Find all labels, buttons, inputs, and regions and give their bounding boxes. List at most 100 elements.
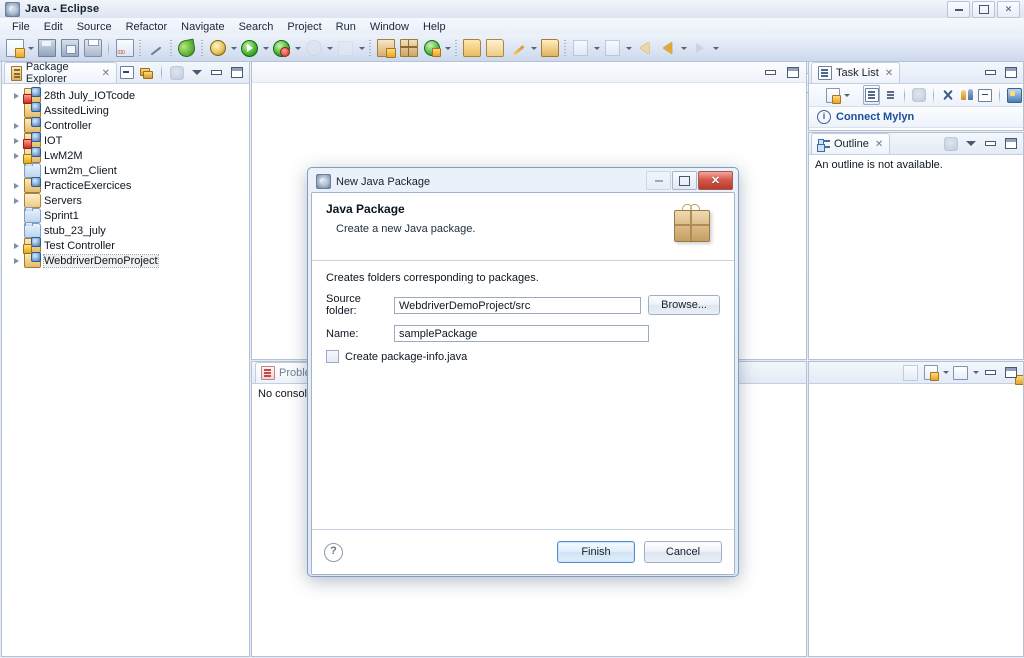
expand-arrow-icon[interactable]: [12, 136, 21, 145]
scheduled-presentation-button[interactable]: [882, 85, 898, 105]
forward-button[interactable]: [656, 37, 679, 60]
menu-navigate[interactable]: Navigate: [174, 20, 231, 34]
next-annotation-caret[interactable]: [592, 38, 601, 59]
menu-help[interactable]: Help: [416, 20, 453, 34]
open-console-button[interactable]: [901, 363, 920, 382]
tree-item[interactable]: LwM2M: [2, 148, 249, 163]
link-with-editor-button[interactable]: [137, 63, 156, 82]
connect-mylyn-row[interactable]: i Connect Mylyn: [809, 107, 1023, 128]
external-tools-caret[interactable]: [325, 38, 334, 59]
expand-arrow-icon[interactable]: [12, 151, 21, 160]
toggle-mark-occurrences-button[interactable]: [113, 37, 136, 60]
create-package-info-checkbox[interactable]: [326, 350, 339, 363]
tree-item[interactable]: 28th July_IOTcode: [2, 88, 249, 103]
view-maximize-button[interactable]: [227, 63, 246, 82]
show-ui-legend-button[interactable]: [958, 85, 974, 105]
toolbar-handle[interactable]: [369, 40, 371, 57]
focus-on-active-task-button[interactable]: [167, 63, 186, 82]
expand-arrow-icon[interactable]: [12, 91, 21, 100]
debug-button[interactable]: [206, 37, 229, 60]
toolbar-handle[interactable]: [139, 40, 141, 57]
save-button[interactable]: [35, 37, 58, 60]
outline-focus-button[interactable]: [941, 134, 960, 153]
new-class-caret[interactable]: [443, 38, 452, 59]
task-list-maximize-button[interactable]: [1001, 63, 1020, 82]
tree-item[interactable]: Test Controller: [2, 238, 249, 253]
print-button[interactable]: [81, 37, 104, 60]
expand-arrow-icon[interactable]: [12, 181, 21, 190]
close-icon[interactable]: ✕: [102, 68, 110, 79]
delete-task-button[interactable]: [940, 85, 956, 105]
tab-outline[interactable]: Outline ✕: [811, 133, 890, 154]
menu-source[interactable]: Source: [70, 20, 119, 34]
save-all-button[interactable]: [58, 37, 81, 60]
window-maximize-button[interactable]: [972, 1, 995, 18]
source-folder-input[interactable]: WebdriverDemoProject/src: [394, 297, 641, 314]
close-icon[interactable]: ✕: [885, 68, 893, 79]
skip-breakpoints-button[interactable]: [144, 37, 167, 60]
annotation-caret[interactable]: [529, 38, 538, 59]
run-button[interactable]: [238, 37, 261, 60]
tree-item[interactable]: Sprint1: [2, 208, 249, 223]
close-icon[interactable]: ✕: [875, 139, 883, 150]
new-task-caret[interactable]: [843, 85, 850, 106]
new-java-project-button[interactable]: [175, 37, 198, 60]
browse-button[interactable]: Browse...: [648, 295, 720, 315]
editor-maximize-button[interactable]: [783, 63, 802, 82]
window-close-button[interactable]: ✕: [997, 1, 1020, 18]
view-minimize-button[interactable]: [207, 63, 226, 82]
focus-on-workweek-button[interactable]: [911, 85, 927, 105]
profile-caret[interactable]: [357, 38, 366, 59]
dialog-close-button[interactable]: ✕: [698, 171, 733, 190]
menu-edit[interactable]: Edit: [37, 20, 70, 34]
categorized-presentation-button[interactable]: [863, 85, 879, 105]
coverage-caret[interactable]: [293, 38, 302, 59]
toolbar-handle[interactable]: [455, 40, 457, 57]
help-icon[interactable]: ?: [324, 543, 343, 562]
toolbar-handle[interactable]: [564, 40, 566, 57]
coverage-button[interactable]: [270, 37, 293, 60]
task-collapse-all-button[interactable]: [977, 85, 993, 105]
open-task-button[interactable]: [483, 37, 506, 60]
back-button[interactable]: [633, 37, 656, 60]
tree-item-selected[interactable]: WebdriverDemoProject: [2, 253, 249, 268]
display-selected-console-button[interactable]: [921, 363, 940, 382]
menu-project[interactable]: Project: [280, 20, 328, 34]
forward-caret[interactable]: [679, 38, 688, 59]
collapse-all-button[interactable]: [117, 63, 136, 82]
menu-search[interactable]: Search: [232, 20, 281, 34]
window-minimize-button[interactable]: [947, 1, 970, 18]
tab-task-list[interactable]: Task List ✕: [811, 62, 900, 83]
connect-mylyn-button[interactable]: [1006, 85, 1023, 105]
profile-button[interactable]: [334, 37, 357, 60]
expand-arrow-icon[interactable]: [12, 196, 21, 205]
editor-minimize-button[interactable]: [761, 63, 780, 82]
run-caret[interactable]: [261, 38, 270, 59]
tree-item[interactable]: Servers: [2, 193, 249, 208]
toolbar-handle[interactable]: [201, 40, 203, 57]
expand-arrow-icon[interactable]: [12, 256, 21, 265]
display-caret[interactable]: [941, 362, 950, 383]
console-minimize-button[interactable]: [981, 363, 1000, 382]
dialog-maximize-button[interactable]: [672, 171, 697, 190]
open-console-caret[interactable]: [971, 362, 980, 383]
new-task-button[interactable]: [825, 85, 841, 105]
toolbar-handle[interactable]: [170, 40, 172, 57]
tree-item[interactable]: PracticeExercices: [2, 178, 249, 193]
expand-arrow-icon[interactable]: [12, 241, 21, 250]
new-package-button[interactable]: [397, 37, 420, 60]
previous-annotation-caret[interactable]: [624, 38, 633, 59]
new-class-button[interactable]: [420, 37, 443, 60]
next-edit-caret[interactable]: [711, 38, 720, 59]
tree-item[interactable]: AssitedLiving: [2, 103, 249, 118]
previous-annotation-button[interactable]: [601, 37, 624, 60]
new-java-project-toolbar-button[interactable]: [374, 37, 397, 60]
annotation-button[interactable]: [506, 37, 529, 60]
next-annotation-button[interactable]: [569, 37, 592, 60]
search-folder-button[interactable]: [538, 37, 561, 60]
new-wizard-button[interactable]: [3, 37, 26, 60]
outline-minimize-button[interactable]: [981, 134, 1000, 153]
cancel-button[interactable]: Cancel: [644, 541, 722, 563]
tree-item[interactable]: Controller: [2, 118, 249, 133]
tree-item[interactable]: stub_23_july: [2, 223, 249, 238]
